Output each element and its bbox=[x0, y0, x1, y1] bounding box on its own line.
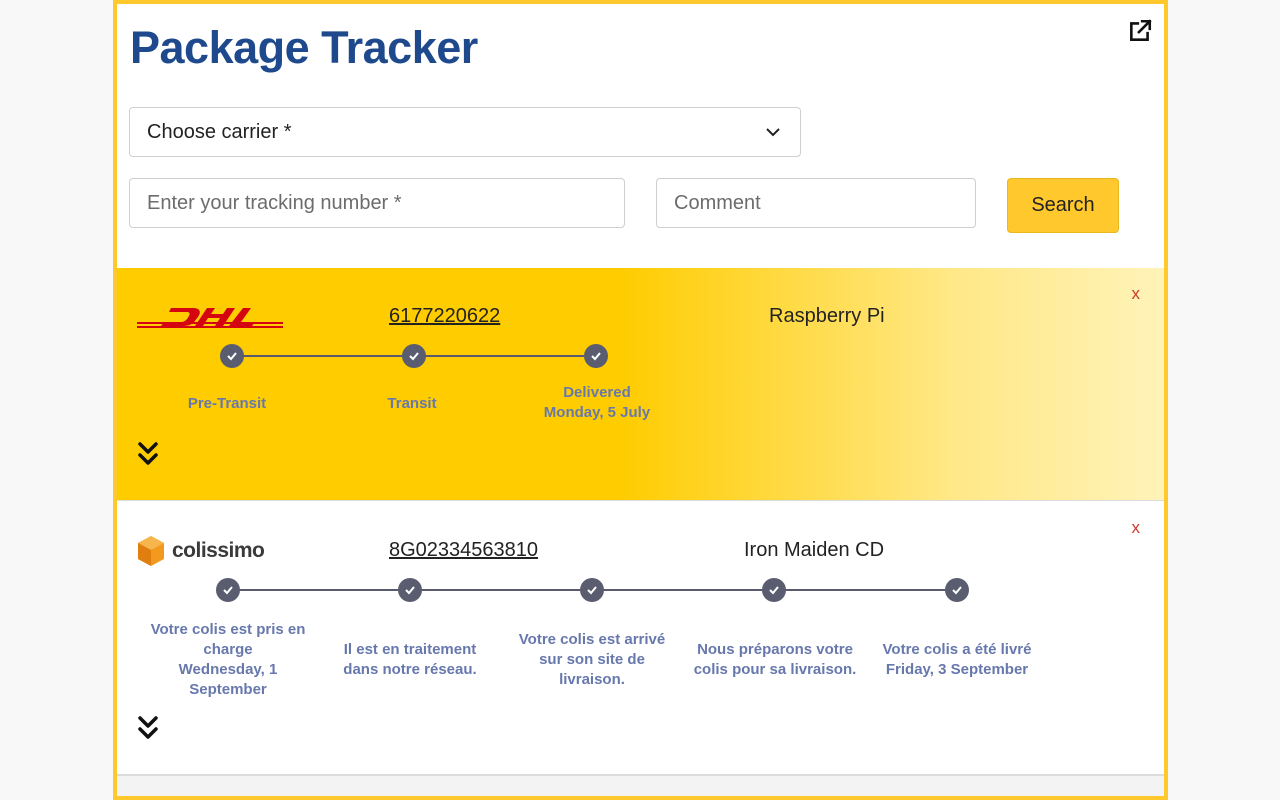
step-label: Delivered Monday, 5 July bbox=[507, 383, 687, 423]
double-chevron-down-icon[interactable] bbox=[137, 440, 159, 468]
tracking-number-input[interactable]: Enter your tracking number * bbox=[129, 178, 625, 228]
check-icon bbox=[587, 586, 597, 595]
step-label: Il est en traitement dans notre réseau. bbox=[343, 641, 477, 678]
carrier-select[interactable]: Choose carrier * bbox=[129, 107, 801, 157]
package-tracker-panel: Package Tracker Choose carrier * Enter y… bbox=[113, 0, 1168, 800]
package-card-dhl: x 6177220622 Raspberry Pi Pre-Transit Tr… bbox=[117, 268, 1164, 501]
step-label: Votre colis est pris en charge Wednesday… bbox=[140, 620, 316, 700]
check-icon bbox=[227, 352, 237, 361]
external-link-icon[interactable] bbox=[1127, 18, 1153, 44]
page-title: Package Tracker bbox=[130, 22, 478, 73]
package-card-next: x bbox=[117, 775, 1164, 796]
remove-package-button[interactable]: x bbox=[1132, 518, 1141, 538]
step-complete-icon bbox=[216, 578, 240, 602]
step-complete-icon bbox=[220, 344, 244, 368]
check-icon bbox=[769, 586, 779, 595]
box-icon bbox=[138, 536, 164, 566]
step-date: Friday, 3 September bbox=[885, 661, 1029, 678]
package-description: Iron Maiden CD bbox=[744, 539, 885, 561]
comment-input[interactable]: Comment bbox=[656, 178, 976, 228]
step-complete-icon bbox=[580, 578, 604, 602]
tracking-number-link[interactable]: 6177220622 bbox=[389, 305, 500, 328]
step-date: Monday, 5 July bbox=[543, 404, 651, 421]
double-chevron-down-icon[interactable] bbox=[137, 714, 159, 742]
dhl-logo bbox=[137, 308, 283, 328]
check-icon bbox=[405, 586, 415, 595]
step-label: Votre colis est arrivé sur son site de l… bbox=[518, 631, 666, 688]
step-complete-icon bbox=[584, 344, 608, 368]
colissimo-logo: colissimo bbox=[137, 535, 265, 567]
step-complete-icon bbox=[398, 578, 422, 602]
colissimo-logo-text: colissimo bbox=[172, 539, 265, 562]
check-icon bbox=[223, 586, 233, 595]
remove-package-button[interactable]: x bbox=[1132, 284, 1141, 304]
check-icon bbox=[409, 352, 419, 361]
step-date: Wednesday, 1 September bbox=[178, 661, 278, 698]
package-description: Raspberry Pi bbox=[769, 305, 885, 327]
step-complete-icon bbox=[402, 344, 426, 368]
carrier-select-value: Choose carrier * bbox=[147, 121, 292, 143]
tracking-number-link[interactable]: 8G02334563810 bbox=[389, 539, 538, 562]
step-label: Pre-Transit bbox=[187, 395, 267, 412]
step-complete-icon bbox=[945, 578, 969, 602]
package-card-colissimo: x colissimo 8G02334563810 Iron Maiden CD bbox=[117, 502, 1164, 775]
step-label: Votre colis a été livré Friday, 3 Septem… bbox=[869, 640, 1045, 680]
remove-package-button[interactable]: x bbox=[1132, 790, 1141, 796]
tracking-number-placeholder: Enter your tracking number * bbox=[147, 192, 402, 214]
chevron-down-icon bbox=[766, 128, 780, 137]
check-icon bbox=[591, 352, 601, 361]
search-button[interactable]: Search bbox=[1007, 178, 1119, 233]
comment-placeholder: Comment bbox=[674, 192, 761, 214]
step-label: Nous préparons votre colis pour sa livra… bbox=[693, 641, 857, 678]
check-icon bbox=[952, 586, 962, 595]
step-label: Transit bbox=[387, 395, 437, 412]
step-complete-icon bbox=[762, 578, 786, 602]
